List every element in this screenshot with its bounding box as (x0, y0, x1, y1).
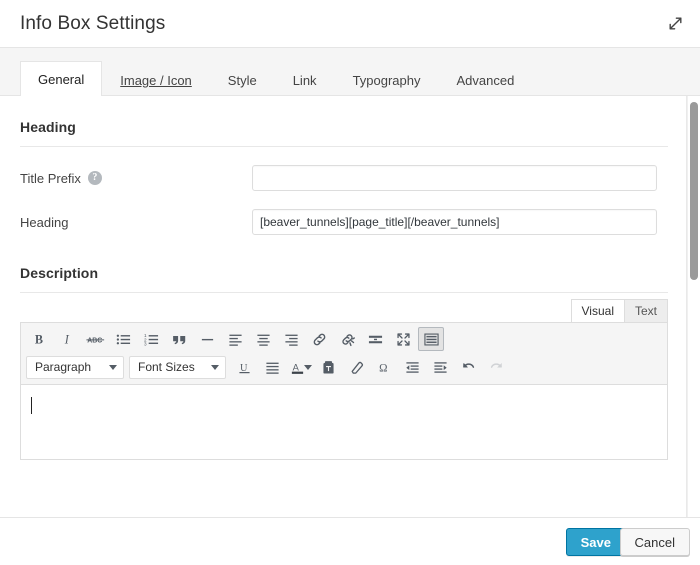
svg-text:ABC: ABC (87, 337, 102, 344)
paste-as-text-icon[interactable] (315, 355, 341, 379)
chevron-down-icon (211, 364, 219, 370)
scrollbar-thumb[interactable] (690, 102, 698, 280)
svg-text:B: B (34, 332, 42, 346)
editor-content-area[interactable] (21, 385, 667, 459)
description-editor-block: Visual Text B I ABC 1 2 3 Paragraph Font… (0, 299, 688, 460)
clear-formatting-icon[interactable] (343, 355, 369, 379)
tab-visual[interactable]: Visual (570, 299, 625, 322)
save-button[interactable]: Save (565, 528, 626, 556)
svg-text:3: 3 (144, 341, 147, 346)
section-divider (20, 146, 668, 147)
section-divider-description (20, 292, 668, 293)
section-title-description: Description (20, 265, 99, 281)
fontsize-select[interactable]: Font Sizes (129, 355, 226, 379)
numbered-list-icon[interactable]: 1 2 3 (138, 327, 164, 351)
tab-advanced[interactable]: Advanced (439, 62, 533, 97)
bold-icon[interactable]: B (26, 327, 52, 351)
editor-toolbar-row-1: B I ABC 1 2 3 (23, 325, 665, 353)
align-center-icon[interactable] (250, 327, 276, 351)
field-label-title-prefix: Title Prefix ? (20, 171, 252, 186)
indent-icon[interactable] (427, 355, 453, 379)
tab-general[interactable]: General (20, 61, 103, 97)
title-prefix-input[interactable] (252, 165, 657, 191)
align-right-icon[interactable] (278, 327, 304, 351)
text-caret (31, 397, 32, 414)
undo-icon[interactable] (455, 355, 481, 379)
blockquote-icon[interactable] (166, 327, 192, 351)
lightbox-footer: Save Cancel (0, 517, 700, 565)
info-box-settings-lightbox: Info Box Settings General Image / Icon S… (0, 0, 700, 565)
tab-image-icon[interactable]: Image / Icon (102, 62, 210, 97)
settings-panel-general: Heading Title Prefix ? Heading Descripti… (0, 96, 688, 460)
cancel-button[interactable]: Cancel (619, 528, 690, 556)
fullscreen-icon[interactable] (390, 327, 416, 351)
special-character-icon[interactable]: Ω (371, 355, 397, 379)
settings-tabs: General Image / Icon Style Link Typograp… (20, 49, 533, 97)
link-icon[interactable] (306, 327, 332, 351)
page-title: Info Box Settings (20, 13, 166, 34)
fontsize-select-label: Font Sizes (138, 360, 195, 374)
redo-icon[interactable] (483, 355, 509, 379)
editor-mode-tabs: Visual Text (570, 299, 668, 322)
expand-diagonal-icon[interactable] (662, 10, 688, 36)
svg-text:I: I (63, 332, 69, 346)
text-color-caret-icon[interactable] (304, 364, 312, 370)
field-label-heading-text: Heading (20, 214, 69, 230)
settings-tabbar: General Image / Icon Style Link Typograp… (0, 48, 700, 97)
unlink-icon[interactable] (334, 327, 360, 351)
outdent-icon[interactable] (399, 355, 425, 379)
field-row-heading: Heading (0, 209, 688, 235)
format-select[interactable]: Paragraph (26, 355, 124, 379)
underline-icon[interactable]: U (231, 355, 257, 379)
chevron-down-icon (109, 364, 117, 370)
bullet-list-icon[interactable] (110, 327, 136, 351)
editor-toolbar-row-2: Paragraph Font Sizes U A Ω (23, 353, 665, 381)
read-more-icon[interactable] (362, 327, 388, 351)
horizontal-rule-icon[interactable] (194, 327, 220, 351)
tab-text[interactable]: Text (623, 299, 668, 322)
toolbar-toggle-icon[interactable] (418, 327, 444, 351)
italic-icon[interactable]: I (54, 327, 80, 351)
field-row-title-prefix: Title Prefix ? (0, 165, 688, 191)
tab-typography[interactable]: Typography (335, 62, 439, 97)
question-mark-circle-icon[interactable]: ? (87, 171, 102, 185)
svg-text:A: A (292, 362, 299, 372)
heading-input[interactable] (252, 209, 657, 235)
section-title-heading: Heading (20, 119, 76, 135)
vertical-scrollbar[interactable] (687, 96, 700, 517)
tinymce-editor: B I ABC 1 2 3 Paragraph Font Sizes U A Ω (20, 322, 668, 460)
tab-style[interactable]: Style (210, 62, 275, 97)
field-label-title-prefix-text: Title Prefix (20, 170, 81, 186)
lightbox-header: Info Box Settings (0, 0, 700, 48)
svg-text:Ω: Ω (379, 362, 387, 374)
strikethrough-icon[interactable]: ABC (82, 327, 108, 351)
tab-link[interactable]: Link (275, 62, 335, 97)
editor-toolbar: B I ABC 1 2 3 Paragraph Font Sizes U A Ω (21, 323, 667, 385)
field-label-heading: Heading (20, 215, 252, 230)
settings-scroll-body: Heading Title Prefix ? Heading Descripti… (0, 96, 700, 517)
align-left-icon[interactable] (222, 327, 248, 351)
align-justify-icon[interactable] (259, 355, 285, 379)
format-select-label: Paragraph (35, 360, 92, 374)
